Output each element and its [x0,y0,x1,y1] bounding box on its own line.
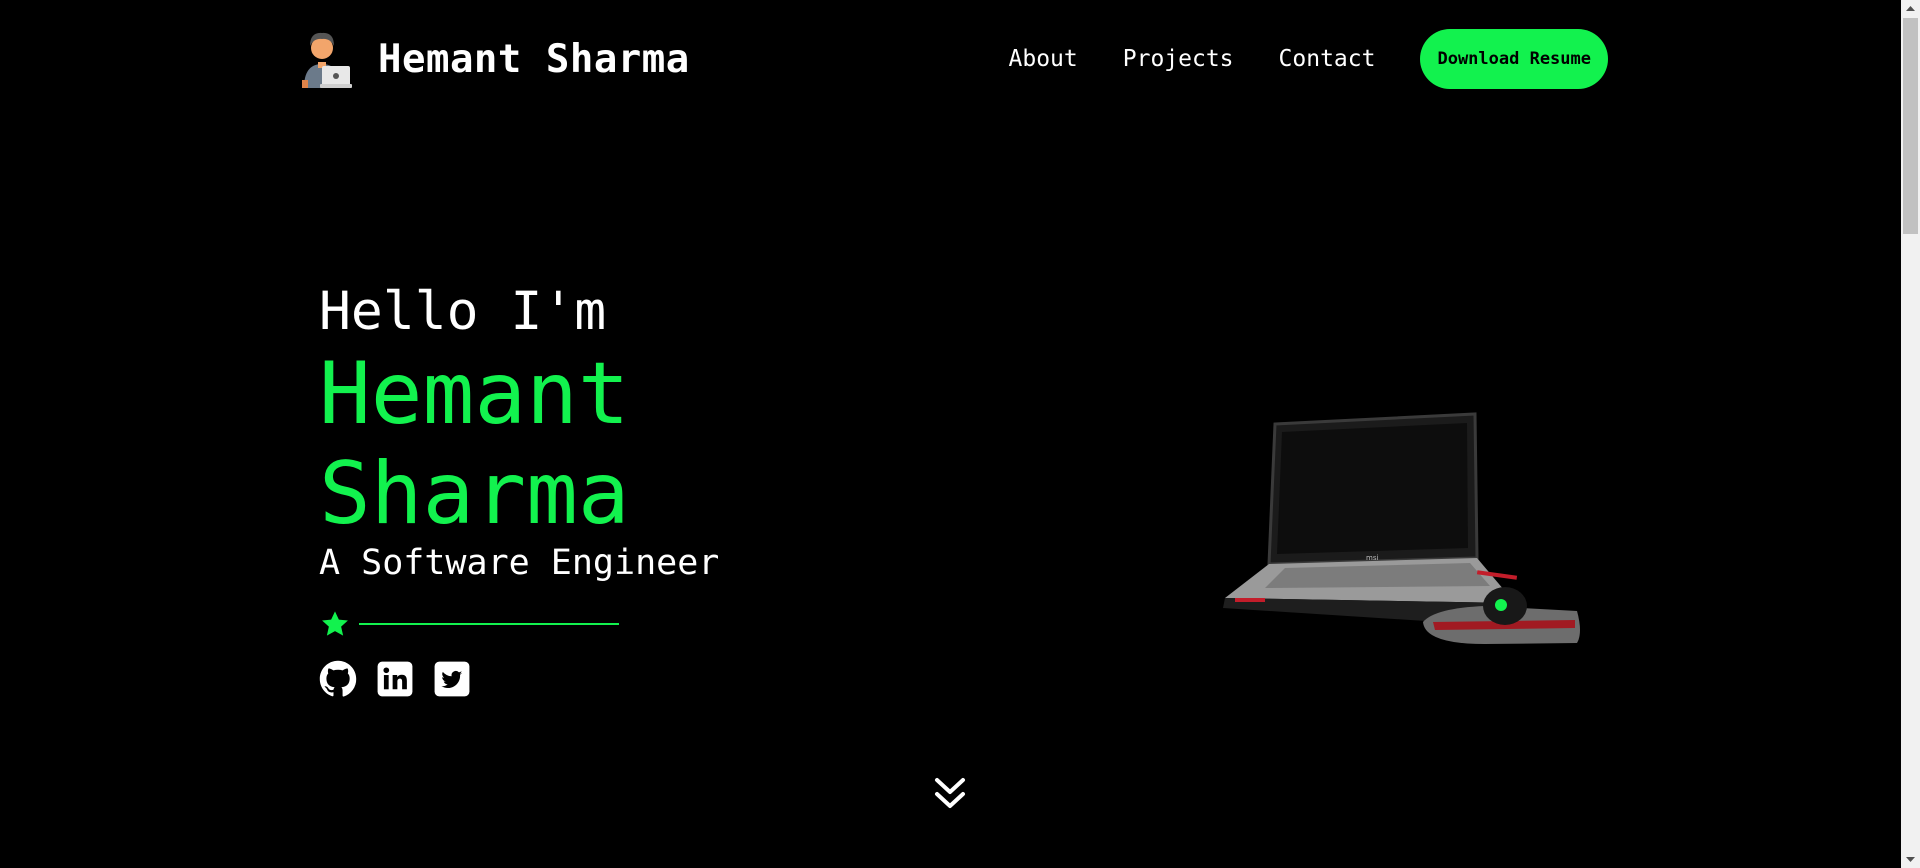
svg-text:msi: msi [1366,554,1378,562]
star-icon [322,611,348,636]
scrollbar-thumb[interactable] [1903,18,1918,234]
divider-line [359,623,619,625]
developer-avatar-icon [302,32,352,88]
hero-divider [319,608,919,640]
nav-about[interactable]: About [1009,46,1078,72]
scroll-up-icon[interactable] [1901,0,1920,17]
social-links [319,660,919,698]
linkedin-icon[interactable] [376,660,414,698]
twitter-icon[interactable] [433,660,471,698]
github-icon[interactable] [319,660,357,698]
nav-projects[interactable]: Projects [1123,46,1234,72]
hero-tagline: A Software Engineer [319,543,720,583]
brand-name: Hemant Sharma [378,36,690,82]
nav-contact[interactable]: Contact [1279,46,1376,72]
scroll-down-icon[interactable] [1901,851,1920,868]
site-header: Hemant Sharma About Projects Contact Dow… [300,26,1608,92]
hero-first-name: Hemant [319,344,630,444]
laptop-illustration: msi [1223,412,1580,644]
page-scrollbar[interactable] [1901,0,1920,868]
double-chevron-down-icon[interactable] [932,774,968,814]
hero-greeting: Hello I'm [319,281,607,342]
brand[interactable]: Hemant Sharma [300,26,690,92]
download-resume-button[interactable]: Download Resume [1420,29,1608,89]
hero-last-name: Sharma [319,444,630,544]
main-nav: About Projects Contact Download Resume [1009,28,1608,90]
hero-section: Hello I'm Hemant Sharma A Software Engin… [319,280,919,698]
